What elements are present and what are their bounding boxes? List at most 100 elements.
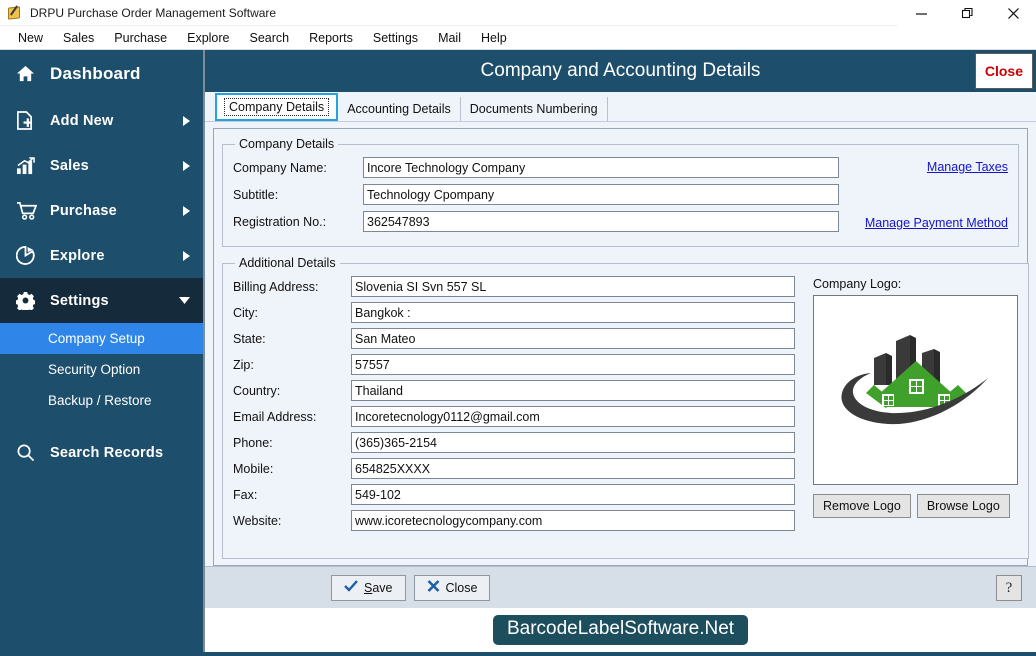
menu-item-sales[interactable]: Sales bbox=[53, 28, 104, 48]
minimize-icon[interactable] bbox=[898, 0, 944, 26]
sidebar-label-security-option: Security Option bbox=[48, 362, 141, 377]
close-icon[interactable] bbox=[990, 0, 1036, 26]
page-close-label: Close bbox=[984, 63, 1023, 79]
input-fax[interactable]: 549-102 bbox=[351, 484, 795, 505]
input-company-name[interactable]: Incore Technology Company bbox=[363, 157, 839, 178]
sidebar-label-purchase: Purchase bbox=[50, 202, 117, 219]
link-manage-payment-method[interactable]: Manage Payment Method bbox=[855, 216, 1008, 230]
sidebar-label-backup-restore: Backup / Restore bbox=[48, 393, 152, 408]
magnifier-icon bbox=[16, 443, 42, 462]
sidebar-item-explore[interactable]: Explore bbox=[0, 233, 203, 278]
help-icon[interactable]: ? bbox=[996, 575, 1022, 601]
sidebar-item-settings[interactable]: Settings bbox=[0, 278, 203, 323]
chevron-right-icon bbox=[181, 160, 191, 172]
label-registration-no: Registration No.: bbox=[233, 214, 327, 229]
sidebar-item-search-records[interactable]: Search Records bbox=[0, 430, 203, 475]
chevron-right-icon bbox=[181, 115, 191, 127]
field-fax: Fax: 549-102 bbox=[233, 484, 795, 505]
maximize-icon[interactable] bbox=[944, 0, 990, 26]
field-website: Website: www.icoretecnologycompany.com bbox=[233, 510, 795, 531]
sidebar-label-add-new: Add New bbox=[50, 112, 114, 129]
sidebar-item-dashboard[interactable]: Dashboard bbox=[0, 50, 203, 98]
field-email-address: Email Address: Incoretecnology0112@gmail… bbox=[233, 406, 795, 427]
label-mobile: Mobile: bbox=[233, 461, 274, 476]
menu-item-search[interactable]: Search bbox=[240, 28, 300, 48]
title-bar: DRPU Purchase Order Management Software bbox=[0, 0, 1036, 26]
watermark-badge: BarcodeLabelSoftware.Net bbox=[492, 615, 749, 645]
field-country: Country: Thailand bbox=[233, 380, 795, 401]
label-company-logo: Company Logo: bbox=[813, 277, 902, 291]
menu-item-purchase[interactable]: Purchase bbox=[104, 28, 177, 48]
input-country[interactable]: Thailand bbox=[351, 380, 795, 401]
company-logo-preview[interactable] bbox=[813, 295, 1018, 485]
label-state: State: bbox=[233, 331, 266, 346]
input-registration-no[interactable]: 362547893 bbox=[363, 211, 839, 232]
label-subtitle: Subtitle: bbox=[233, 187, 279, 202]
input-mobile[interactable]: 654825XXXX bbox=[351, 458, 795, 479]
remove-logo-button[interactable]: Remove Logo bbox=[813, 494, 911, 518]
sidebar-label-company-setup: Company Setup bbox=[48, 331, 145, 346]
field-phone: Phone: (365)365-2154 bbox=[233, 432, 795, 453]
input-phone[interactable]: (365)365-2154 bbox=[351, 432, 795, 453]
menu-item-reports[interactable]: Reports bbox=[299, 28, 363, 48]
link-manage-taxes[interactable]: Manage Taxes bbox=[855, 160, 1008, 174]
company-details-legend: Company Details bbox=[239, 137, 335, 151]
sidebar-label-dashboard: Dashboard bbox=[50, 64, 141, 83]
field-city: City: Bangkok : bbox=[233, 302, 795, 323]
field-subtitle: Subtitle: Technology Cpompany bbox=[233, 184, 839, 205]
input-zip[interactable]: 57557 bbox=[351, 354, 795, 375]
sidebar-item-add-new[interactable]: Add New bbox=[0, 98, 203, 143]
company-details-group: Company Details Company Name: Incore Tec… bbox=[222, 137, 1019, 247]
input-website[interactable]: www.icoretecnologycompany.com bbox=[351, 510, 795, 531]
input-billing-address[interactable]: Slovenia SI Svn 557 SL bbox=[351, 276, 795, 297]
tab-company-details[interactable]: Company Details bbox=[215, 93, 339, 121]
window-controls bbox=[898, 0, 1036, 26]
browse-logo-button[interactable]: Browse Logo bbox=[916, 494, 1010, 518]
page-close-button[interactable]: Close bbox=[974, 53, 1033, 89]
menu-item-mail[interactable]: Mail bbox=[428, 28, 471, 48]
form-body: Company Details Company Name: Incore Tec… bbox=[205, 122, 1036, 566]
sidebar-label-search-records: Search Records bbox=[50, 444, 164, 461]
input-email-address[interactable]: Incoretecnology0112@gmail.com bbox=[351, 406, 795, 427]
tab-accounting-details[interactable]: Accounting Details bbox=[338, 97, 461, 121]
check-icon bbox=[344, 580, 358, 595]
input-subtitle[interactable]: Technology Cpompany bbox=[363, 184, 839, 205]
field-mobile: Mobile: 654825XXXX bbox=[233, 458, 795, 479]
app-icon bbox=[7, 4, 23, 21]
close-button[interactable]: Close bbox=[413, 574, 491, 601]
field-billing-address: Billing Address: Slovenia SI Svn 557 SL bbox=[233, 276, 795, 297]
sidebar-item-purchase[interactable]: Purchase bbox=[0, 188, 203, 233]
save-button[interactable]: Save bbox=[331, 574, 406, 601]
field-registration-no: Registration No.: 362547893 bbox=[233, 211, 839, 232]
sidebar-item-backup-restore[interactable]: Backup / Restore bbox=[0, 385, 203, 416]
sidebar-label-sales: Sales bbox=[50, 157, 89, 174]
bottom-edge bbox=[0, 652, 1036, 656]
sidebar-label-settings: Settings bbox=[50, 292, 109, 309]
label-billing-address: Billing Address: bbox=[233, 279, 319, 294]
sidebar-item-company-setup[interactable]: Company Setup bbox=[0, 323, 203, 354]
cart-icon bbox=[16, 201, 42, 220]
menu-item-settings[interactable]: Settings bbox=[363, 28, 428, 48]
company-logo-section: Company Logo: Remove Logo Browse Logo bbox=[795, 276, 1018, 550]
home-icon bbox=[16, 65, 42, 83]
label-email-address: Email Address: bbox=[233, 409, 317, 424]
sidebar-label-explore: Explore bbox=[50, 247, 105, 264]
label-website: Website: bbox=[233, 513, 282, 528]
form-panel: Company Details Company Name: Incore Tec… bbox=[213, 128, 1029, 566]
page-header: Company and Accounting Details Close bbox=[205, 50, 1036, 92]
gear-icon bbox=[16, 291, 42, 310]
label-country: Country: bbox=[233, 383, 281, 398]
input-state[interactable]: San Mateo bbox=[351, 328, 795, 349]
input-city[interactable]: Bangkok : bbox=[351, 302, 795, 323]
tab-strip: Company Details Accounting Details Docum… bbox=[205, 92, 1036, 122]
tab-documents-numbering[interactable]: Documents Numbering bbox=[460, 97, 608, 121]
menu-item-new[interactable]: New bbox=[8, 28, 53, 48]
sidebar-item-security-option[interactable]: Security Option bbox=[0, 354, 203, 385]
field-company-name: Company Name: Incore Technology Company bbox=[233, 157, 839, 178]
bar-chart-icon bbox=[16, 156, 42, 175]
pie-chart-icon bbox=[16, 246, 42, 265]
field-state: State: San Mateo bbox=[233, 328, 795, 349]
sidebar-item-sales[interactable]: Sales bbox=[0, 143, 203, 188]
menu-item-explore[interactable]: Explore bbox=[177, 28, 239, 48]
menu-item-help[interactable]: Help bbox=[471, 28, 517, 48]
